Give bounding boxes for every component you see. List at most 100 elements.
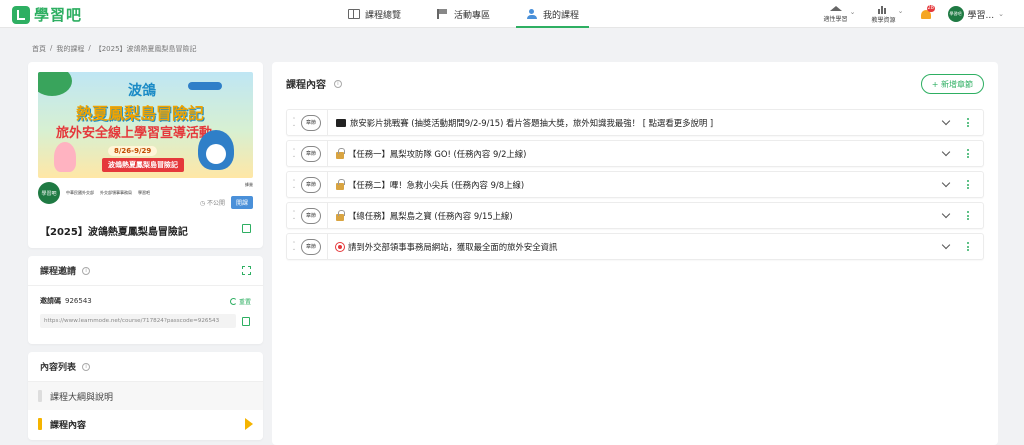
row-actions [941,209,969,220]
list-item-label: 課程內容 [50,420,87,431]
drag-handle-icon[interactable]: ⌃ ⌄ [289,117,299,128]
lock-icon [336,209,345,221]
leaf-decoration [38,72,72,96]
lock-icon [336,147,345,159]
chevron-down-icon[interactable] [941,147,951,157]
user-menu[interactable]: 學習吧 學習... ⌄ [947,6,1004,22]
nav-my-courses[interactable]: 我的課程 [508,0,597,28]
chevron-down-icon[interactable] [941,178,951,188]
section-header: 課程邀請 i [28,256,263,286]
section-title: 內容列表 [40,363,77,373]
more-options-icon[interactable] [967,211,969,220]
copy-icon[interactable] [242,316,250,326]
chapter-badge: 章節 [301,176,321,193]
reset-label: 重置 [238,298,251,306]
open-course-button[interactable]: 開課 [230,196,253,209]
refresh-icon [229,297,237,305]
flag-icon [437,9,449,19]
list-item-course-content[interactable]: 課程內容 [28,410,263,438]
plane-illustration [188,82,222,90]
sponsor-label: 學習吧 [138,190,150,195]
drag-handle-icon[interactable]: ⌃ ⌄ [289,179,299,190]
invite-code-label: 邀請碼 [40,297,61,305]
breadcrumb-separator: / [50,44,53,52]
visibility-row: ◷ 不公開 開課 [200,196,253,209]
banner-badge: 蜂巢 [245,182,253,187]
nav-activities[interactable]: 活動專區 [419,0,508,28]
app-logo[interactable]: 學習吧 [12,4,82,25]
chapter-badge: 章節 [301,114,321,131]
course-info-card: 波鴿 熱夏鳳梨島冒險記 旅外安全線上學習宣導活動 8/26-9/29 波鴿熱夏鳳… [28,62,263,248]
list-marker [38,418,42,430]
more-options-icon[interactable] [967,180,969,189]
chapter-badge: 章節 [301,238,321,255]
chapter-row[interactable]: ⌃ ⌄ 章節 【任務一】鳳梨攻防隊 GO! (任務內容 9/2上線) [286,140,984,167]
divider [327,140,328,167]
list-item-syllabus[interactable]: 課程大綱與說明 [28,382,263,410]
sponsor-label: 外交部領事事務局 [100,190,132,195]
tv-icon [336,118,346,127]
reset-code-button[interactable]: 重置 [229,297,251,306]
chapter-badge: 章節 [301,145,321,162]
chapter-row[interactable]: ⌃ ⌄ 章節 【任務二】嗶！急救小尖兵 (任務內容 9/8上線) [286,171,984,198]
drag-handle-icon[interactable]: ⌃ ⌄ [289,210,299,221]
list-item-label: 課程大綱與說明 [50,392,114,403]
info-icon[interactable]: i [334,79,342,88]
notification-badge: 28 [926,5,935,12]
pigeon-mascot [198,130,234,170]
chapter-title-text: 【總任務】鳳梨島之寶 (任務內容 9/15上線) [348,210,513,221]
book-icon [348,9,360,19]
graduation-cap-icon [829,5,842,11]
chapter-badge: 章節 [301,207,321,224]
adaptive-learning-menu[interactable]: 適性學習 ⌄ [824,5,856,23]
chapter-title: 【任務一】鳳梨攻防隊 GO! (任務內容 9/2上線) [336,147,526,160]
chevron-down-icon[interactable] [941,209,951,219]
chapter-row[interactable]: ⌃ ⌄ 章節 旅安影片挑戰賽 (抽獎活動期間9/2-9/15) 看片答題抽大獎，旅… [286,109,984,136]
breadcrumb-my-courses[interactable]: 我的課程 [56,44,84,54]
more-options-icon[interactable] [967,149,969,158]
left-sidebar: 波鴿 熱夏鳳梨島冒險記 旅外安全線上學習宣導活動 8/26-9/29 波鴿熱夏鳳… [28,62,263,440]
divider [327,171,328,198]
invite-code-row: 邀請碼 926543 重置 [28,296,263,306]
invite-url-field[interactable]: https://www.learnmode.net/course/717824?… [40,314,236,328]
info-icon[interactable]: i [82,362,91,371]
more-options-icon[interactable] [967,118,969,127]
nav-label: 活動專區 [454,10,491,21]
chapter-title: 請到外交部領事事務局網站，獲取最全面的旅外安全資訊 [336,241,557,253]
user-name: 學習... [967,10,995,21]
invite-code: 926543 [65,297,92,305]
chevron-down-icon[interactable] [941,116,951,126]
divider [327,109,328,136]
teaching-resources-menu[interactable]: 教學資源 ⌄ [872,5,904,24]
chapter-title-text: 旅安影片挑戰賽 (抽獎活動期間9/2-9/15) 看片答題抽大獎，旅外知識我最強… [350,117,714,128]
nav-course-overview[interactable]: 課程總覽 [330,0,419,28]
chevron-down-icon: ⌄ [897,6,904,15]
breadcrumb-current: 【2025】波鴿熱夏鳳梨島冒險記 [94,45,197,53]
logo-icon [12,5,30,24]
breadcrumb-home[interactable]: 首頁 [32,44,46,54]
chapter-row[interactable]: ⌃ ⌄ 章節 請到外交部領事事務局網站，獲取最全面的旅外安全資訊 [286,233,984,260]
add-chapter-button[interactable]: + 新增章節 [920,74,984,94]
chapter-list: ⌃ ⌄ 章節 旅安影片挑戰賽 (抽獎活動期間9/2-9/15) 看片答題抽大獎，旅… [286,109,984,264]
drag-handle-icon[interactable]: ⌃ ⌄ [289,148,299,159]
expand-icon[interactable] [242,266,251,275]
notification-bell[interactable]: 28 [920,5,935,20]
section-title: 課程邀請 [40,267,77,277]
banner-tagline: 旅外安全線上學習宣導活動 [56,126,213,141]
course-logo: 學習吧 [38,182,60,204]
edit-icon[interactable] [242,224,251,233]
play-triangle-icon [245,418,253,430]
chapter-title-text: 請到外交部領事事務局網站，獲取最全面的旅外安全資訊 [348,241,558,252]
chapter-title: 旅安影片挑戰賽 (抽獎活動期間9/2-9/15) 看片答題抽大獎，旅外知識我最強… [336,117,713,129]
chevron-down-icon[interactable] [941,240,951,250]
page-title: 課程內容 [286,80,326,91]
banner-title: 波鴿 [128,83,156,99]
lock-icon [336,178,345,190]
more-options-icon[interactable] [967,242,969,251]
info-icon[interactable]: i [82,266,91,275]
chapter-row[interactable]: ⌃ ⌄ 章節 【總任務】鳳梨島之寶 (任務內容 9/15上線) [286,202,984,229]
row-actions [941,178,969,189]
main-nav: 課程總覽 活動專區 我的課程 [330,0,597,28]
drag-handle-icon[interactable]: ⌃ ⌄ [289,241,299,252]
visibility-status[interactable]: ◷ 不公開 [200,198,225,207]
